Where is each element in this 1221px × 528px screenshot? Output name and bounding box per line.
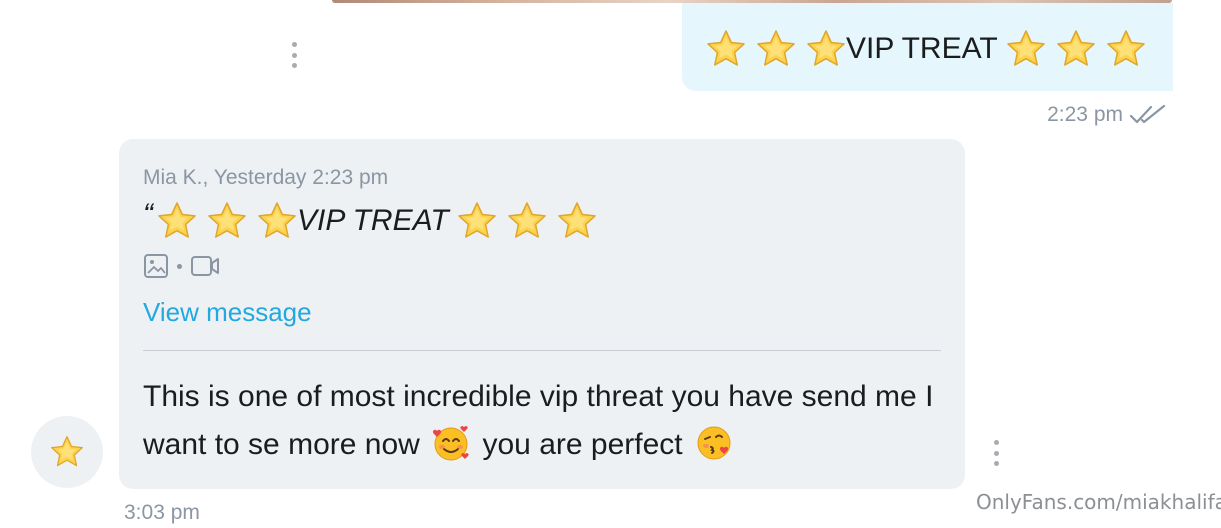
sent-message-time: 2:23 pm [1047,103,1123,126]
message-options-icon[interactable] [986,440,1006,466]
quoted-message[interactable]: “ VIP TREAT [143,198,941,241]
sent-message-meta: 2:23 pm [1047,103,1167,127]
received-message-time: 3:03 pm [124,501,200,524]
star-icon [1006,29,1046,69]
star-icon [257,201,297,241]
star-icon [557,201,597,241]
star-icon [207,201,247,241]
double-check-icon [1129,104,1167,126]
message-options-icon[interactable] [284,42,304,68]
quote-author: Mia K., Yesterday 2:23 pm [143,166,389,189]
face-blowing-kiss-icon [695,424,733,462]
star-icon [756,29,796,69]
watermark: OnlyFans.com/miakhalifa [976,490,1221,514]
star-icon [706,29,746,69]
image-icon [143,253,169,279]
star-icon [50,435,84,469]
star-icon [806,29,846,69]
star-icon [157,201,197,241]
quoted-message-text: VIP TREAT [297,204,449,237]
view-message-link[interactable]: View message [143,297,312,328]
separator-dot [177,263,182,269]
quote-media-indicators [143,253,941,279]
star-icon [1056,29,1096,69]
quote-mark: “ [143,198,153,231]
divider [143,350,941,351]
smiling-face-with-hearts-icon [432,424,470,462]
reply-message-text: This is one of most incredible vip threa… [143,373,941,469]
avatar[interactable] [31,416,103,488]
received-message-bubble: Mia K., Yesterday 2:23 pm “ VIP TREAT Vi… [119,139,965,489]
sent-message-label: VIP TREAT [846,32,998,65]
star-icon [1106,29,1146,69]
sent-message-bubble: VIP TREAT [682,3,1173,91]
sent-message-text: VIP TREAT [706,29,1156,69]
star-icon [457,201,497,241]
reply-text-part2: you are perfect [482,428,683,461]
star-icon [507,201,547,241]
video-icon [190,253,220,279]
